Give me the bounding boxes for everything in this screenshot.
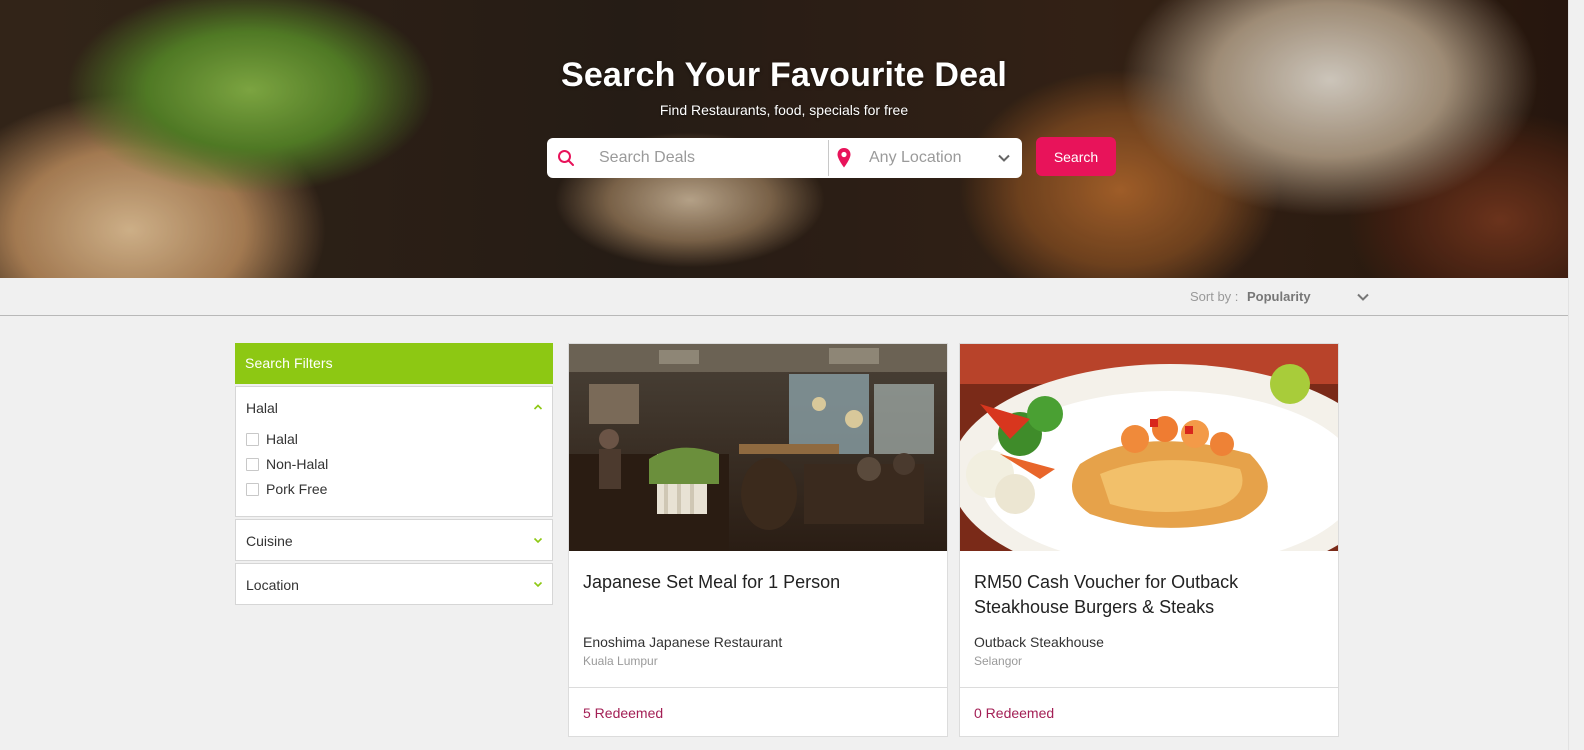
deal-card[interactable]: Japanese Set Meal for 1 Person Enoshima … bbox=[568, 343, 948, 737]
filter-panel-header[interactable]: Halal bbox=[236, 387, 552, 427]
location-pin-icon bbox=[837, 148, 851, 168]
chevron-up-icon[interactable] bbox=[532, 401, 544, 413]
filter-panel-header[interactable]: Cuisine bbox=[236, 520, 552, 560]
deal-merchant: Enoshima Japanese Restaurant bbox=[583, 634, 783, 650]
filter-option-pork-free[interactable]: Pork Free bbox=[246, 479, 327, 499]
deal-title[interactable]: RM50 Cash Voucher for Outback Steakhouse… bbox=[974, 570, 1324, 620]
location-select[interactable]: Any Location bbox=[869, 149, 962, 167]
filter-option-label: Halal bbox=[266, 431, 298, 447]
hero-title: Search Your Favourite Deal bbox=[560, 56, 1008, 94]
sort-bar: Sort by : Popularity bbox=[0, 278, 1568, 316]
sort-select[interactable]: Popularity bbox=[1247, 289, 1311, 304]
deal-location: Kuala Lumpur bbox=[583, 654, 658, 668]
page-scrollbar[interactable] bbox=[1568, 0, 1584, 750]
filter-panel-cuisine[interactable]: Cuisine bbox=[235, 519, 553, 561]
filter-panel-halal: Halal Halal Non-Halal Pork Free bbox=[235, 386, 553, 517]
search-icon bbox=[558, 150, 574, 166]
filter-option-non-halal[interactable]: Non-Halal bbox=[246, 454, 328, 474]
chevron-down-icon[interactable] bbox=[532, 578, 544, 590]
search-button[interactable]: Search bbox=[1036, 137, 1116, 176]
card-divider bbox=[569, 687, 947, 688]
card-divider bbox=[960, 687, 1338, 688]
chevron-down-icon[interactable] bbox=[532, 534, 544, 546]
redeemed-count: 0 Redeemed bbox=[974, 705, 1055, 721]
search-divider bbox=[828, 140, 829, 176]
deal-merchant: Outback Steakhouse bbox=[974, 634, 1104, 650]
filter-panel-title: Halal bbox=[246, 400, 278, 416]
checkbox[interactable] bbox=[246, 482, 259, 496]
chevron-down-icon[interactable] bbox=[996, 150, 1012, 166]
sort-label: Sort by : bbox=[1190, 289, 1239, 304]
filter-option-halal[interactable]: Halal bbox=[246, 429, 298, 449]
checkbox[interactable] bbox=[246, 432, 259, 446]
deal-image-steak-plate[interactable] bbox=[960, 344, 1338, 551]
filter-panel-title: Location bbox=[246, 577, 299, 593]
filters-header: Search Filters bbox=[235, 343, 553, 384]
filter-option-label: Non-Halal bbox=[266, 456, 329, 472]
hero-banner: Search Your Favourite Deal Find Restaura… bbox=[0, 0, 1568, 278]
search-filters: Search Filters Halal Halal Non-Halal Por… bbox=[235, 343, 553, 605]
redeemed-count: 5 Redeemed bbox=[583, 705, 664, 721]
search-input[interactable] bbox=[599, 146, 824, 170]
deal-title[interactable]: Japanese Set Meal for 1 Person bbox=[583, 570, 933, 595]
search-bar: Any Location bbox=[547, 138, 1022, 178]
deal-image-restaurant-interior[interactable] bbox=[569, 344, 947, 551]
chevron-down-icon[interactable] bbox=[1355, 289, 1371, 305]
filter-panel-title: Cuisine bbox=[246, 533, 293, 549]
hero-subtitle: Find Restaurants, food, specials for fre… bbox=[659, 102, 909, 118]
deal-location: Selangor bbox=[974, 654, 1023, 668]
filter-option-label: Pork Free bbox=[266, 481, 328, 497]
deal-card[interactable]: RM50 Cash Voucher for Outback Steakhouse… bbox=[959, 343, 1339, 737]
checkbox[interactable] bbox=[246, 457, 259, 471]
filter-panel-location[interactable]: Location bbox=[235, 563, 553, 605]
filter-panel-header[interactable]: Location bbox=[236, 564, 552, 604]
